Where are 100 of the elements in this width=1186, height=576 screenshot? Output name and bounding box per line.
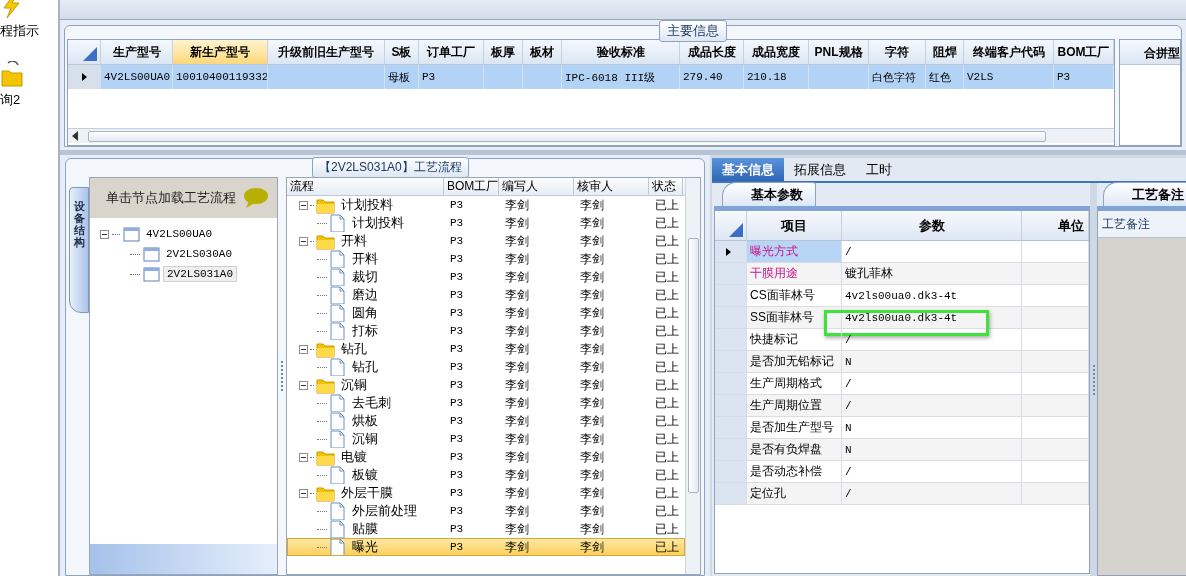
- splitter-handle[interactable]: [281, 361, 283, 391]
- table-cell-text: 已上: [654, 268, 680, 286]
- table-cell[interactable]: 是否有负焊盘: [747, 439, 842, 461]
- tree-row[interactable]: 开料 P3 李剑 李剑 已上: [287, 250, 685, 268]
- table-cell[interactable]: 干膜用途: [747, 263, 842, 285]
- item-label: 是否动态补偿: [750, 463, 822, 480]
- table-cell-text: P3: [449, 216, 465, 231]
- row-header: [715, 307, 747, 329]
- tree-row[interactable]: 开料 P3 李剑 李剑 已上: [287, 232, 685, 250]
- column-header[interactable]: 板材: [523, 40, 562, 65]
- table-cell[interactable]: 定位孔: [747, 483, 842, 505]
- tab[interactable]: 工艺备注: [1103, 182, 1186, 206]
- column-header[interactable]: 编写人: [499, 178, 574, 195]
- column-header[interactable]: BOM工厂: [1054, 40, 1114, 65]
- item-label: CS面菲林号: [750, 287, 815, 304]
- tree-row[interactable]: 烘板 P3 李剑 李剑 已上: [287, 412, 685, 430]
- vertical-scrollbar[interactable]: [685, 178, 700, 574]
- table-cell-text: 已上: [654, 214, 680, 232]
- table-cell[interactable]: 是否加无铅标记: [747, 351, 842, 373]
- table-cell[interactable]: 生产周期位置: [747, 395, 842, 417]
- tree-row[interactable]: 沉铜 P3 李剑 李剑 已上: [287, 430, 685, 448]
- table-cell: V2LS: [964, 65, 1054, 89]
- sidebar-item[interactable]: 询2: [0, 91, 21, 109]
- table-cell-text: P3: [449, 234, 465, 249]
- tab[interactable]: 工时: [856, 158, 902, 181]
- process-name: 磨边: [352, 286, 378, 304]
- tab[interactable]: 拓展信息: [784, 158, 856, 181]
- collapse-icon[interactable]: [299, 200, 308, 210]
- tree-row[interactable]: 磨边 P3 李剑 李剑 已上: [287, 286, 685, 304]
- collapse-icon[interactable]: [299, 236, 308, 246]
- column-header[interactable]: 流程: [287, 178, 444, 195]
- table-cell-text: 李剑: [579, 448, 605, 466]
- item-label: 曝光方式: [750, 243, 798, 260]
- column-header[interactable]: S板: [385, 40, 419, 65]
- table-cell-text: 已上: [654, 412, 680, 430]
- table-cell: 白色字符: [869, 65, 926, 89]
- table-cell[interactable]: SS面菲林号: [747, 307, 842, 329]
- tree-row[interactable]: 钻孔 P3 李剑 李剑 已上: [287, 340, 685, 358]
- column-header[interactable]: 终端客户代码: [964, 40, 1054, 65]
- table-cell: [484, 65, 523, 89]
- column-header[interactable]: 核审人: [574, 178, 649, 195]
- side-tab[interactable]: 设备结构: [69, 187, 89, 313]
- column-header[interactable]: 阻焊: [926, 40, 964, 65]
- tree-row[interactable]: 去毛刺 P3 李剑 李剑 已上: [287, 394, 685, 412]
- tree-row[interactable]: 贴膜 P3 李剑 李剑 已上: [287, 520, 685, 538]
- column-header[interactable]: 板厚: [484, 40, 523, 65]
- table-cell-text: 李剑: [504, 484, 530, 502]
- document-icon: [329, 214, 346, 232]
- table-cell-text: P3: [449, 324, 465, 339]
- tree-row[interactable]: 外层干膜 P3 李剑 李剑 已上: [287, 484, 685, 502]
- tree-row[interactable]: 计划投料 P3 李剑 李剑 已上: [287, 196, 685, 214]
- hint-text: 单击节点加载工艺流程: [106, 189, 236, 207]
- row-header: [715, 483, 747, 505]
- splitter-handle[interactable]: [1092, 364, 1095, 395]
- column-header[interactable]: 订单工厂: [419, 40, 484, 65]
- tree-row[interactable]: 计划投料 P3 李剑 李剑 已上: [287, 214, 685, 232]
- column-header[interactable]: 成品宽度: [744, 40, 809, 65]
- tree-row[interactable]: 裁切 P3 李剑 李剑 已上: [287, 268, 685, 286]
- tab[interactable]: 基本参数: [722, 182, 816, 206]
- sidebar-item[interactable]: 程指示: [0, 22, 39, 40]
- collapse-icon[interactable]: [100, 229, 109, 239]
- tab[interactable]: 基本信息: [712, 158, 784, 181]
- collapse-icon[interactable]: [299, 488, 308, 498]
- tree-row[interactable]: 钻孔 P3 李剑 李剑 已上: [287, 358, 685, 376]
- tree-row[interactable]: 曝光 P3 李剑 李剑 已上: [287, 538, 685, 556]
- column-header[interactable]: 单位: [1022, 211, 1089, 241]
- column-header[interactable]: 参数: [842, 211, 1022, 241]
- column-header[interactable]: 字符: [869, 40, 926, 65]
- tree-row[interactable]: 外层前处理 P3 李剑 李剑 已上: [287, 502, 685, 520]
- table-cell-text: 李剑: [504, 322, 530, 340]
- window-icon: [143, 265, 160, 283]
- column-header[interactable]: 合拼型: [1120, 40, 1180, 65]
- collapse-icon[interactable]: [299, 380, 308, 390]
- tree-row[interactable]: 圆角 P3 李剑 李剑 已上: [287, 304, 685, 322]
- column-header[interactable]: 升级前旧生产型号: [268, 40, 385, 65]
- row-header: [715, 351, 747, 373]
- column-header[interactable]: 成品长度: [680, 40, 744, 65]
- process-name: 计划投料: [352, 214, 404, 232]
- column-header[interactable]: 项目: [747, 211, 842, 241]
- column-header[interactable]: 生产型号: [101, 40, 173, 65]
- table-cell-text: 已上: [654, 196, 680, 214]
- column-header[interactable]: BOM工厂: [444, 178, 499, 195]
- table-cell-text: 李剑: [579, 412, 605, 430]
- tree-row[interactable]: 板镀 P3 李剑 李剑 已上: [287, 466, 685, 484]
- table-row[interactable]: 4V2LS00UA0 10010400119332 母板 P3 IPC-6018 III级 279.40 210.18 白色字符 红色 V2LS P3: [68, 65, 1114, 89]
- tree-row[interactable]: 沉铜 P3 李剑 李剑 已上: [287, 376, 685, 394]
- column-header[interactable]: 验收标准: [562, 40, 680, 65]
- cell-value: 4v2ls00ua0.dk3-4t: [845, 289, 958, 302]
- column-header[interactable]: 新生产型号: [173, 40, 268, 65]
- horizontal-scrollbar[interactable]: [68, 128, 1114, 143]
- tree-row[interactable]: 电镀 P3 李剑 李剑 已上: [287, 448, 685, 466]
- tree-node[interactable]: 4V2LS00UA0: [143, 227, 215, 241]
- item-label: 是否有负焊盘: [750, 441, 822, 458]
- tree-node[interactable]: 2V2LS030A0: [163, 247, 235, 261]
- column-header[interactable]: PNL规格: [809, 40, 869, 65]
- tree-row[interactable]: 打标 P3 李剑 李剑 已上: [287, 322, 685, 340]
- tree-node[interactable]: 2V2LS031A0: [163, 266, 237, 282]
- collapse-icon[interactable]: [299, 344, 308, 354]
- column-header[interactable]: 状态: [649, 178, 683, 195]
- collapse-icon[interactable]: [299, 452, 308, 462]
